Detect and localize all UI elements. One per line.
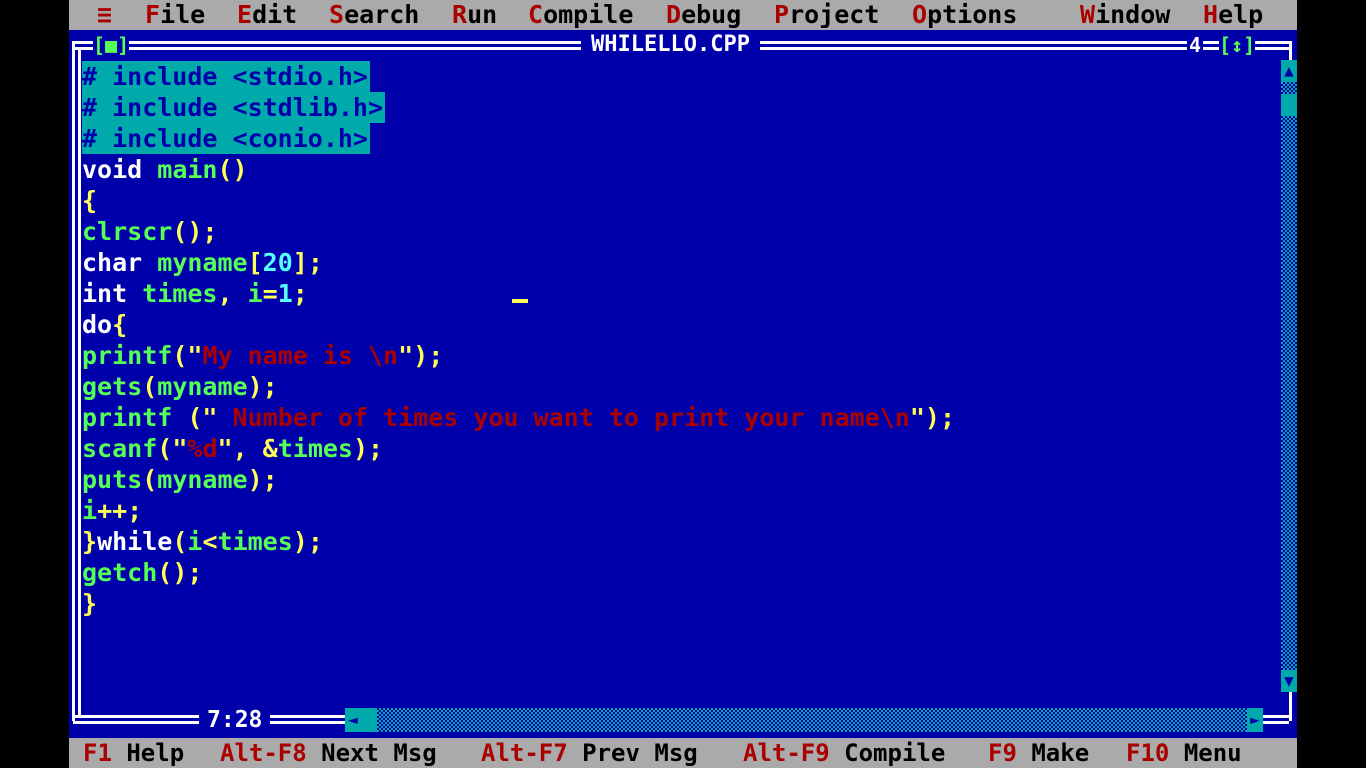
menu-file-hotkey: F — [145, 0, 161, 29]
code-line-18[interactable]: } — [82, 588, 97, 619]
menu-file-label: ile — [160, 0, 206, 29]
zoom-window-button[interactable]: [↕] — [1219, 33, 1256, 57]
cursor-position: 7:28 — [199, 706, 271, 734]
menu-options-label: ptions — [927, 0, 1018, 29]
code-line-1[interactable]: # include <stdio.h> — [82, 61, 370, 92]
status-key: Alt-F7 — [481, 739, 568, 767]
menu-edit[interactable]: Edit — [237, 0, 297, 30]
window-title: WHILELLO.CPP — [581, 32, 760, 58]
status-key: Alt-F8 — [220, 739, 307, 767]
code-line-17[interactable]: getch(); — [82, 557, 202, 588]
scroll-down-arrow-icon[interactable]: ▼ — [1281, 670, 1297, 692]
close-window-button[interactable]: [■] — [93, 33, 130, 57]
menu-run-hotkey: R — [452, 0, 468, 29]
menu-window-hotkey: W — [1080, 0, 1096, 29]
menu-help-hotkey: H — [1203, 0, 1219, 29]
code-line-16[interactable]: }while(i<times); — [82, 526, 323, 557]
status-label: Make — [1031, 739, 1090, 767]
code-line-15[interactable]: i++; — [82, 495, 142, 526]
menu-window[interactable]: Window — [1080, 0, 1170, 30]
code-line-12[interactable]: printf (" Number of times you want to pr… — [82, 402, 955, 433]
menu-project[interactable]: Project — [774, 0, 879, 30]
menu-debug-hotkey: D — [666, 0, 682, 29]
zoom-icon: [↕] — [1219, 33, 1256, 57]
menu-window-label: indow — [1095, 0, 1171, 29]
status-next-msg[interactable]: Alt-F8 Next Msg — [220, 738, 437, 768]
status-key: F10 — [1126, 739, 1170, 767]
system-menu-icon[interactable]: ≡ — [97, 0, 112, 30]
turbo-cpp-screen: ≡ File Edit Search Run Compile Debug Pro… — [69, 0, 1297, 768]
code-line-13[interactable]: scanf("%d", &times); — [82, 433, 383, 464]
vertical-scroll-thumb[interactable] — [1281, 94, 1297, 116]
frame-left-inner — [78, 47, 81, 715]
scroll-left-arrow-icon[interactable]: ◄ — [345, 708, 361, 732]
code-line-5[interactable]: { — [82, 185, 97, 216]
status-label: Prev Msg — [582, 739, 698, 767]
menu-run[interactable]: Run — [452, 0, 497, 30]
code-line-3[interactable]: # include <conio.h> — [82, 123, 370, 154]
status-label: Help — [126, 739, 185, 767]
menu-help-label: elp — [1218, 0, 1264, 29]
code-line-2[interactable]: # include <stdlib.h> — [82, 92, 386, 123]
code-line-8[interactable]: int times, i=1; — [82, 278, 308, 309]
menu-project-label: roject — [789, 0, 880, 29]
code-line-7[interactable]: char myname[20]; — [82, 247, 323, 278]
menu-file[interactable]: File — [145, 0, 205, 30]
status-key: F1 — [83, 739, 112, 767]
status-help[interactable]: F1 Help — [83, 738, 184, 768]
menu-help[interactable]: Help — [1203, 0, 1263, 30]
editor-window: [■] WHILELLO.CPP 4 [↕] # include <stdio.… — [69, 30, 1297, 738]
code-line-14[interactable]: puts(myname); — [82, 464, 278, 495]
code-line-9[interactable]: do{ — [82, 309, 127, 340]
menu-options-hotkey: O — [912, 0, 928, 29]
text-cursor — [512, 299, 528, 303]
vertical-scrollbar[interactable]: ▲ ▼ — [1281, 60, 1297, 692]
status-label: Next Msg — [321, 739, 437, 767]
menu-search-label: earch — [344, 0, 420, 29]
scroll-right-arrow-icon[interactable]: ► — [1247, 708, 1263, 732]
status-label: Menu — [1183, 739, 1242, 767]
status-prev-msg[interactable]: Alt-F7 Prev Msg — [481, 738, 698, 768]
menu-run-label: un — [467, 0, 498, 29]
menu-search[interactable]: Search — [329, 0, 419, 30]
horizontal-scroll-thumb[interactable] — [361, 708, 377, 732]
code-editor[interactable]: # include <stdio.h> # include <stdlib.h>… — [82, 61, 1277, 721]
status-key: F9 — [988, 739, 1017, 767]
status-key: Alt-F9 — [743, 739, 830, 767]
menu-debug-label: ebug — [681, 0, 742, 29]
menu-edit-hotkey: E — [237, 0, 253, 29]
horizontal-scrollbar[interactable]: ◄ ► — [345, 708, 1263, 732]
menu-options[interactable]: Options — [912, 0, 1017, 30]
menu-project-hotkey: P — [774, 0, 790, 29]
status-bar: F1 Help Alt-F8 Next Msg Alt-F7 Prev Msg … — [69, 738, 1297, 768]
code-line-6[interactable]: clrscr(); — [82, 216, 217, 247]
close-icon: [■] — [93, 33, 130, 57]
menu-compile[interactable]: Compile — [528, 0, 633, 30]
menu-compile-hotkey: C — [528, 0, 544, 29]
menu-debug[interactable]: Debug — [666, 0, 741, 30]
window-number: 4 — [1187, 33, 1204, 57]
code-line-10[interactable]: printf("My name is \n"); — [82, 340, 443, 371]
code-line-11[interactable]: gets(myname); — [82, 371, 278, 402]
menu-bar: ≡ File Edit Search Run Compile Debug Pro… — [69, 0, 1297, 30]
status-make[interactable]: F9 Make — [988, 738, 1089, 768]
menu-edit-label: dit — [252, 0, 298, 29]
menu-compile-label: ompile — [543, 0, 634, 29]
status-compile[interactable]: Alt-F9 Compile — [743, 738, 945, 768]
code-line-4[interactable]: void main() — [82, 154, 248, 185]
status-label: Compile — [844, 739, 946, 767]
scroll-up-arrow-icon[interactable]: ▲ — [1281, 60, 1297, 82]
menu-search-hotkey: S — [329, 0, 345, 29]
status-menu[interactable]: F10 Menu — [1126, 738, 1242, 768]
frame-left-outer — [72, 41, 75, 721]
